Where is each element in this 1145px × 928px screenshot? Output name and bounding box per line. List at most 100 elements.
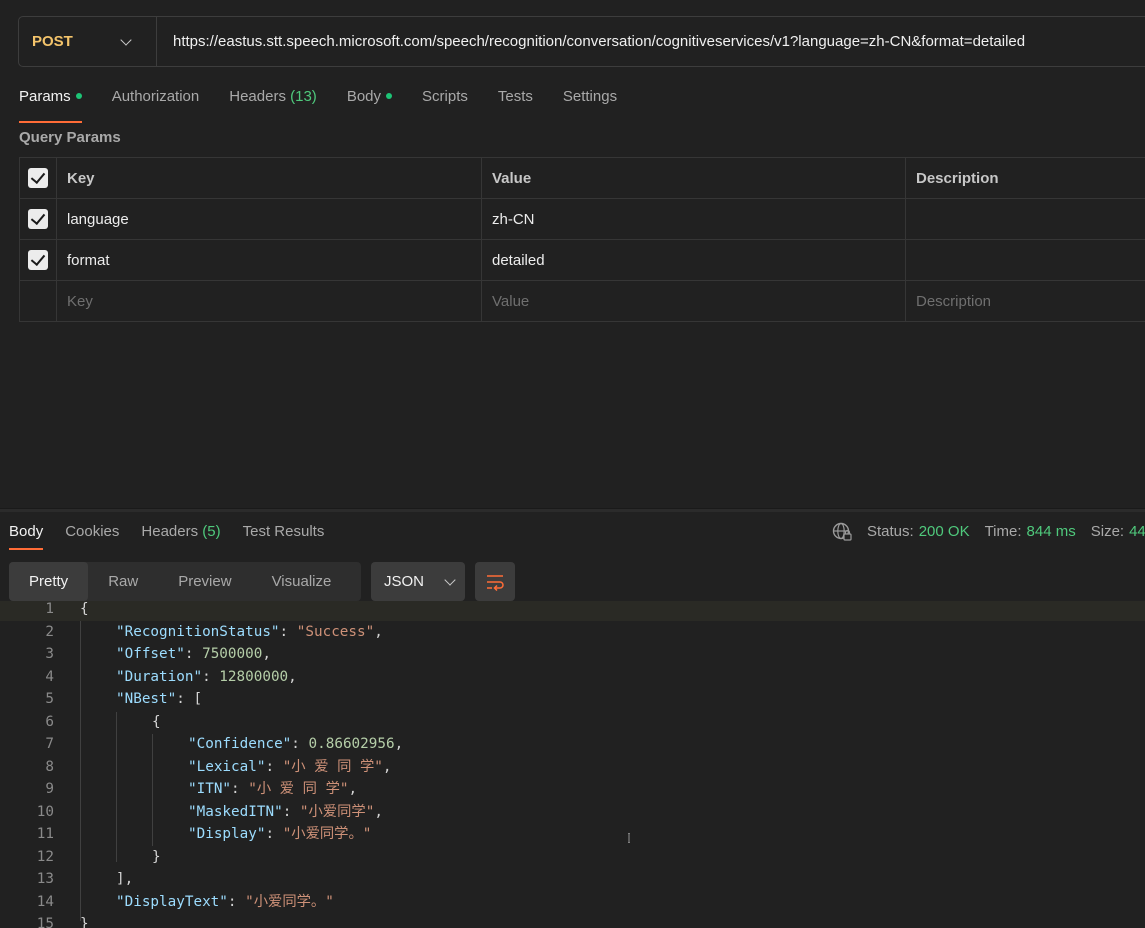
- json-key: "Offset": [116, 646, 185, 662]
- json-punct: :: [291, 736, 309, 752]
- modified-dot-icon: [386, 92, 393, 99]
- network-globe-icon[interactable]: [832, 522, 852, 542]
- value-column-header: Value: [481, 157, 906, 199]
- new-description-input[interactable]: Description: [905, 280, 1145, 322]
- code-text: }: [152, 846, 161, 869]
- param-value[interactable]: detailed: [481, 239, 906, 281]
- new-value-input[interactable]: Value: [481, 280, 906, 322]
- code-text: "NBest": [: [116, 688, 202, 711]
- code-text: "RecognitionStatus": "Success",: [116, 621, 383, 644]
- tab-tests[interactable]: Tests: [498, 84, 533, 118]
- json-number: 7500000: [202, 646, 263, 662]
- query-params-title: Query Params: [19, 129, 121, 146]
- json-number: 0.86602956: [308, 736, 395, 752]
- param-checkbox[interactable]: [28, 209, 48, 229]
- code-line: 13],: [0, 868, 1145, 891]
- request-bar: POST https://eastus.stt.speech.microsoft…: [18, 16, 1145, 67]
- status-label: Status:: [867, 523, 914, 540]
- json-punct: ],: [116, 871, 134, 887]
- json-punct: {: [80, 601, 89, 617]
- line-number: 8: [45, 758, 54, 775]
- code-line: 3 "Offset": 7500000,: [0, 643, 1145, 666]
- url-input[interactable]: https://eastus.stt.speech.microsoft.com/…: [157, 33, 1025, 50]
- mode-visualize[interactable]: Visualize: [252, 562, 352, 601]
- json-punct: :: [282, 803, 300, 820]
- line-number: 4: [45, 668, 54, 685]
- tab-response-headers[interactable]: Headers (5): [141, 519, 220, 545]
- json-punct: {: [152, 713, 161, 730]
- status-value[interactable]: 200 OK: [919, 519, 970, 545]
- code-line: 6{: [0, 711, 1145, 734]
- mode-raw[interactable]: Raw: [88, 562, 158, 601]
- format-select[interactable]: JSON: [371, 562, 465, 601]
- param-description[interactable]: [905, 239, 1145, 281]
- wrap-lines-icon: [487, 574, 504, 591]
- param-key[interactable]: language: [56, 198, 482, 240]
- tab-headers[interactable]: Headers (13): [229, 84, 317, 118]
- pane-resize-handle[interactable]: [0, 508, 1145, 512]
- code-text: "Confidence": 0.86602956,: [188, 733, 403, 756]
- code-line: 14 "DisplayText": "小爱同学。": [0, 891, 1145, 914]
- code-text: "Duration": 12800000,: [116, 666, 297, 689]
- description-column-header: Description: [905, 157, 1145, 199]
- line-number: 6: [45, 713, 54, 730]
- param-value[interactable]: zh-CN: [481, 198, 906, 240]
- code-line: 8 "Lexical": "小 爱 同 学",: [0, 756, 1145, 779]
- json-punct: ,: [394, 736, 404, 752]
- json-punct: :: [202, 668, 220, 685]
- code-line: 11 "Display": "小爱同学。": [0, 823, 1145, 846]
- json-string: "小爱同学": [299, 803, 375, 820]
- response-body-editor[interactable]: 1{2 "RecognitionStatus": "Success", 3 "Offs…: [0, 601, 1145, 928]
- tab-settings[interactable]: Settings: [563, 84, 617, 118]
- param-description[interactable]: [905, 198, 1145, 240]
- code-text: "MaskedITN": "小爱同学",: [188, 801, 383, 824]
- line-number: 13: [36, 871, 54, 887]
- response-status: Status: 200 OK Time: 844 ms Size:448: [832, 519, 1145, 545]
- param-key[interactable]: format: [56, 239, 482, 281]
- line-number: 14: [36, 893, 54, 910]
- tab-authorization[interactable]: Authorization: [112, 84, 200, 118]
- chevron-down-icon: [120, 33, 132, 46]
- mode-preview[interactable]: Preview: [158, 562, 251, 601]
- json-punct: }: [80, 916, 89, 928]
- new-key-input[interactable]: Key: [56, 280, 482, 322]
- tab-response-body[interactable]: Body: [9, 519, 44, 550]
- params-table: Key Value Description language zh-CN for…: [19, 157, 1145, 322]
- size-label: Size:: [1090, 523, 1125, 540]
- tab-params[interactable]: Params: [19, 84, 82, 123]
- code-text: "DisplayText": "小爱同学。": [116, 891, 334, 914]
- tab-scripts[interactable]: Scripts: [422, 84, 468, 118]
- line-number: 1: [45, 601, 54, 617]
- tab-test-results[interactable]: Test Results: [243, 519, 325, 545]
- modified-dot-icon: [75, 92, 82, 99]
- size-value[interactable]: 448: [1129, 519, 1145, 545]
- param-checkbox[interactable]: [28, 250, 48, 270]
- text-cursor-icon: [628, 833, 630, 843]
- tab-cookies[interactable]: Cookies: [65, 519, 119, 545]
- json-string: "小爱同学。": [245, 893, 334, 910]
- line-number: 9: [45, 781, 54, 797]
- response-headers-count: (5): [202, 523, 221, 540]
- select-all-checkbox[interactable]: [28, 168, 48, 188]
- code-line: 7 "Confidence": 0.86602956,: [0, 733, 1145, 756]
- json-punct: :: [227, 893, 246, 910]
- code-line: 15}: [0, 913, 1145, 928]
- json-punct: :: [265, 826, 283, 842]
- wrap-lines-button[interactable]: [475, 562, 515, 601]
- table-row: language zh-CN: [19, 198, 1145, 240]
- mode-pretty[interactable]: Pretty: [9, 562, 89, 601]
- code-line: 12}: [0, 846, 1145, 869]
- method-select[interactable]: POST: [19, 17, 157, 66]
- json-string: "小 爱 同 学": [282, 758, 383, 775]
- time-value[interactable]: 844 ms: [1027, 519, 1076, 545]
- json-punct: :: [231, 781, 249, 797]
- line-number: 10: [36, 803, 54, 820]
- table-row: format detailed: [19, 239, 1145, 281]
- tab-body[interactable]: Body: [347, 84, 393, 118]
- line-number: 15: [36, 916, 54, 928]
- code-line: 4 "Duration": 12800000,: [0, 666, 1145, 689]
- json-punct: ,: [288, 668, 297, 685]
- code-line: 10 "MaskedITN": "小爱同学",: [0, 801, 1145, 824]
- json-key: "Lexical": [188, 758, 266, 775]
- code-text: "Lexical": "小 爱 同 学",: [188, 756, 392, 779]
